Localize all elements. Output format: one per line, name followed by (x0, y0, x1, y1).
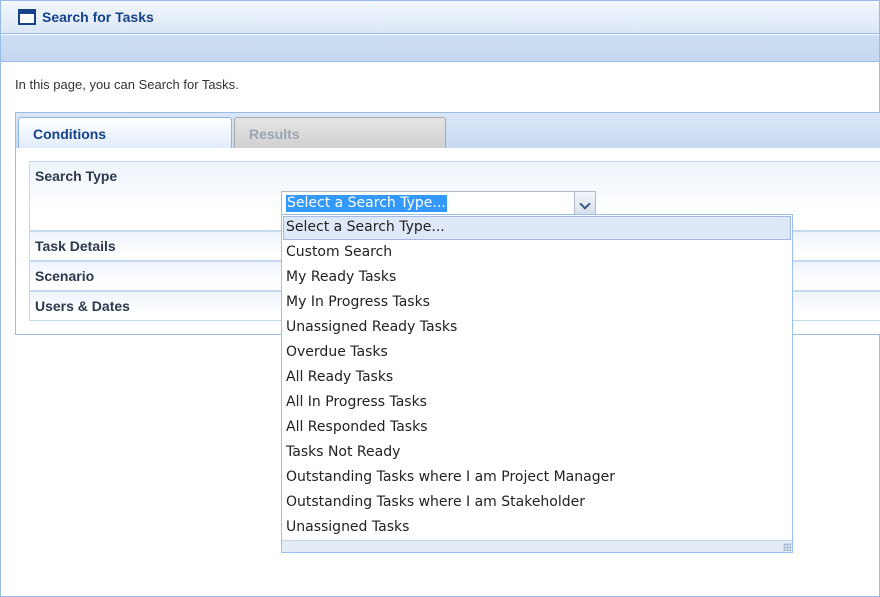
search-type-option[interactable]: Unassigned Tasks (283, 516, 791, 540)
tab-results[interactable]: Results (234, 117, 446, 149)
search-type-option[interactable]: Custom Search (283, 241, 791, 265)
search-type-option[interactable]: All In Progress Tasks (283, 391, 791, 415)
search-type-combo[interactable]: Select a Search Type... (281, 191, 596, 215)
resize-handle-icon[interactable] (783, 543, 791, 551)
search-type-dropdown-list: Select a Search Type... Custom Search My R… (281, 214, 793, 553)
search-type-option[interactable]: Unassigned Ready Tasks (283, 316, 791, 340)
window-icon (18, 9, 36, 25)
scenario-legend[interactable]: Scenario (35, 268, 94, 284)
search-type-legend[interactable]: Search Type (35, 168, 117, 184)
chevron-down-icon[interactable] (574, 192, 595, 214)
search-type-option[interactable]: Outstanding Tasks where I am Stakeholder (283, 491, 791, 515)
task-details-legend[interactable]: Task Details (35, 238, 116, 254)
window-title: Search for Tasks (42, 9, 154, 25)
window-titlebar: Search for Tasks (1, 1, 879, 34)
intro-text: In this page, you can Search for Tasks. (15, 77, 239, 92)
users-dates-legend[interactable]: Users & Dates (35, 298, 130, 314)
search-type-option[interactable]: All Responded Tasks (283, 416, 791, 440)
tab-strip: Conditions Results (15, 112, 880, 150)
toolbar (1, 35, 879, 62)
dropdown-footer (282, 540, 792, 552)
search-type-option[interactable]: My Ready Tasks (283, 266, 791, 290)
search-type-option[interactable]: Overdue Tasks (283, 341, 791, 365)
search-type-option[interactable]: Select a Search Type... (283, 216, 791, 240)
search-type-option[interactable]: Tasks Not Ready (283, 441, 791, 465)
search-type-option[interactable]: All Ready Tasks (283, 366, 791, 390)
search-type-input[interactable]: Select a Search Type... (286, 195, 447, 212)
search-type-option[interactable]: Outstanding Tasks where I am Project Man… (283, 466, 791, 490)
search-type-option[interactable]: My In Progress Tasks (283, 291, 791, 315)
tab-conditions[interactable]: Conditions (18, 117, 232, 150)
